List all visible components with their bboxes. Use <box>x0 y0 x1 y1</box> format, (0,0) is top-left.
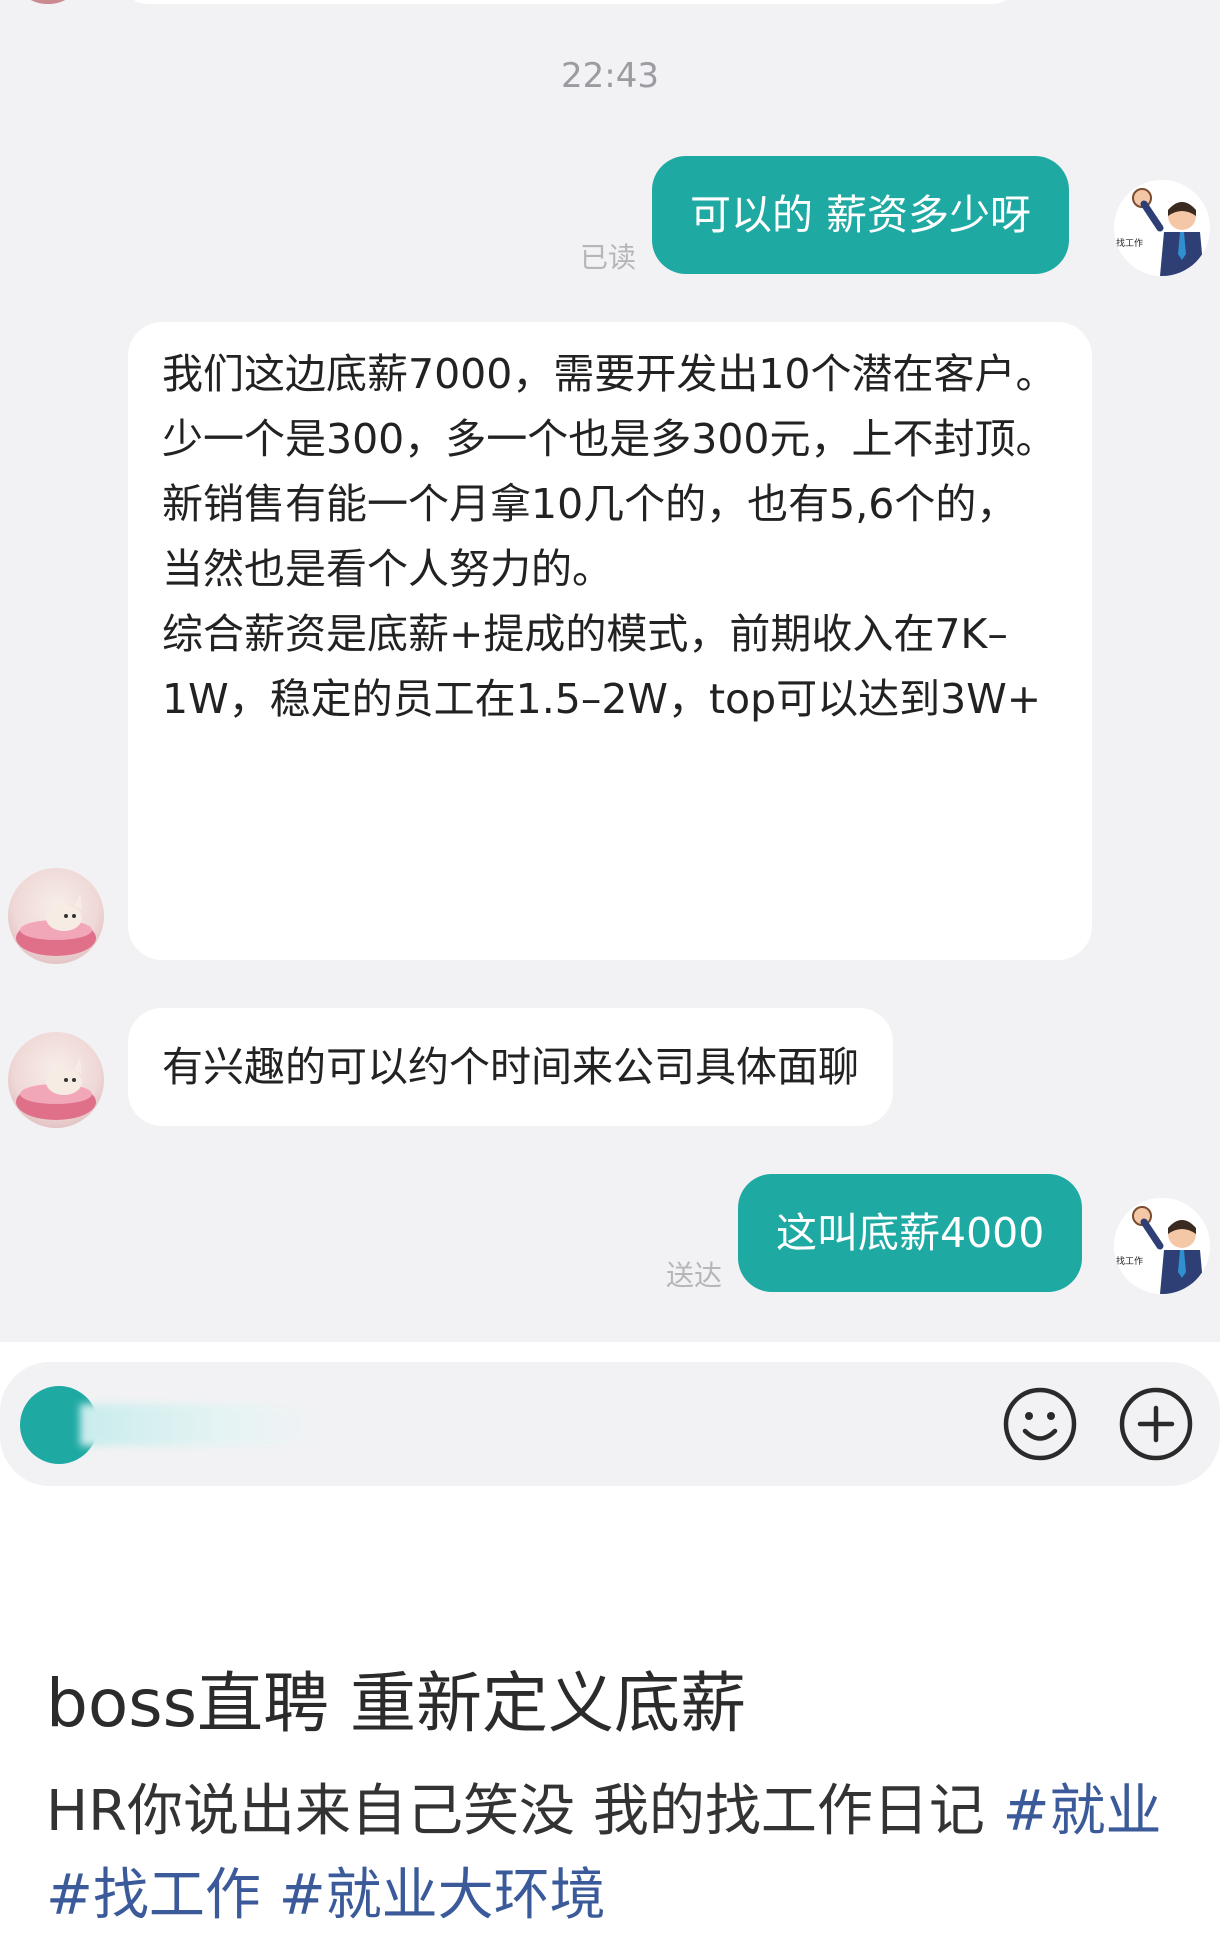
read-status: 已读 <box>580 241 637 274</box>
message-line: 新销售有能一个月拿10几个的，也有5,6个的，当然也是看个人努力的。 <box>162 480 1018 593</box>
message-bubble-incoming[interactable]: 我们这边底薪7000，需要开发出10个潜在客户。 少一个是300，多一个也是多3… <box>128 322 1092 960</box>
previous-message-bubble <box>120 0 1020 4</box>
hr-avatar[interactable] <box>8 868 104 964</box>
svg-text:找工作: 找工作 <box>1116 237 1143 249</box>
cat-in-bowl-avatar-icon <box>16 894 96 956</box>
chat-timestamp: 22:43 <box>561 56 659 96</box>
chat-area: 22:43 可以的 薪资多少呀 已读 找工作 我们这边底薪7000，需要开发出1… <box>0 0 1220 1342</box>
message-line: 综合薪资是底薪+提成的模式，前期收入在7K–1W，稳定的员工在1.5–2W，to… <box>162 610 1042 723</box>
hr-avatar[interactable] <box>8 1032 104 1128</box>
svg-text:找工作: 找工作 <box>1116 1255 1143 1267</box>
hashtag-link[interactable]: #就业 <box>1003 1779 1162 1844</box>
plus-icon[interactable] <box>1116 1384 1196 1464</box>
previous-avatar <box>18 0 78 4</box>
message-bubble-outgoing[interactable]: 可以的 薪资多少呀 <box>652 156 1070 274</box>
message-bubble-outgoing[interactable]: 这叫底薪4000 <box>738 1174 1083 1292</box>
post-title: boss直聘 重新定义底薪 <box>46 1665 747 1742</box>
message-input-bar <box>0 1362 1220 1486</box>
my-avatar[interactable]: 找工作 <box>1114 180 1210 276</box>
message-input[interactable] <box>80 1404 320 1446</box>
hashtag-link[interactable]: #找工作 <box>46 1863 261 1928</box>
post-body: HR你说出来自己笑没 我的找工作日记 #就业 #找工作 #就业大环境 <box>46 1770 1186 1938</box>
emoji-icon[interactable] <box>1000 1384 1080 1464</box>
my-avatar[interactable]: 找工作 <box>1114 1198 1210 1294</box>
post-body-text: HR你说出来自己笑没 我的找工作日记 <box>46 1779 1003 1844</box>
job-seeker-avatar-icon: 找工作 <box>1114 180 1210 276</box>
job-seeker-avatar-icon: 找工作 <box>1114 1198 1210 1294</box>
delivered-status: 送达 <box>666 1259 723 1292</box>
message-line: 少一个是300，多一个也是多300元，上不封顶。 <box>162 415 1057 463</box>
hashtag-link[interactable]: #就业大环境 <box>279 1863 606 1928</box>
message-bubble-incoming[interactable]: 有兴趣的可以约个时间来公司具体面聊 <box>128 1008 893 1126</box>
message-line: 我们这边底薪7000，需要开发出10个潜在客户。 <box>162 350 1057 398</box>
cat-in-bowl-avatar-icon <box>16 1058 96 1120</box>
